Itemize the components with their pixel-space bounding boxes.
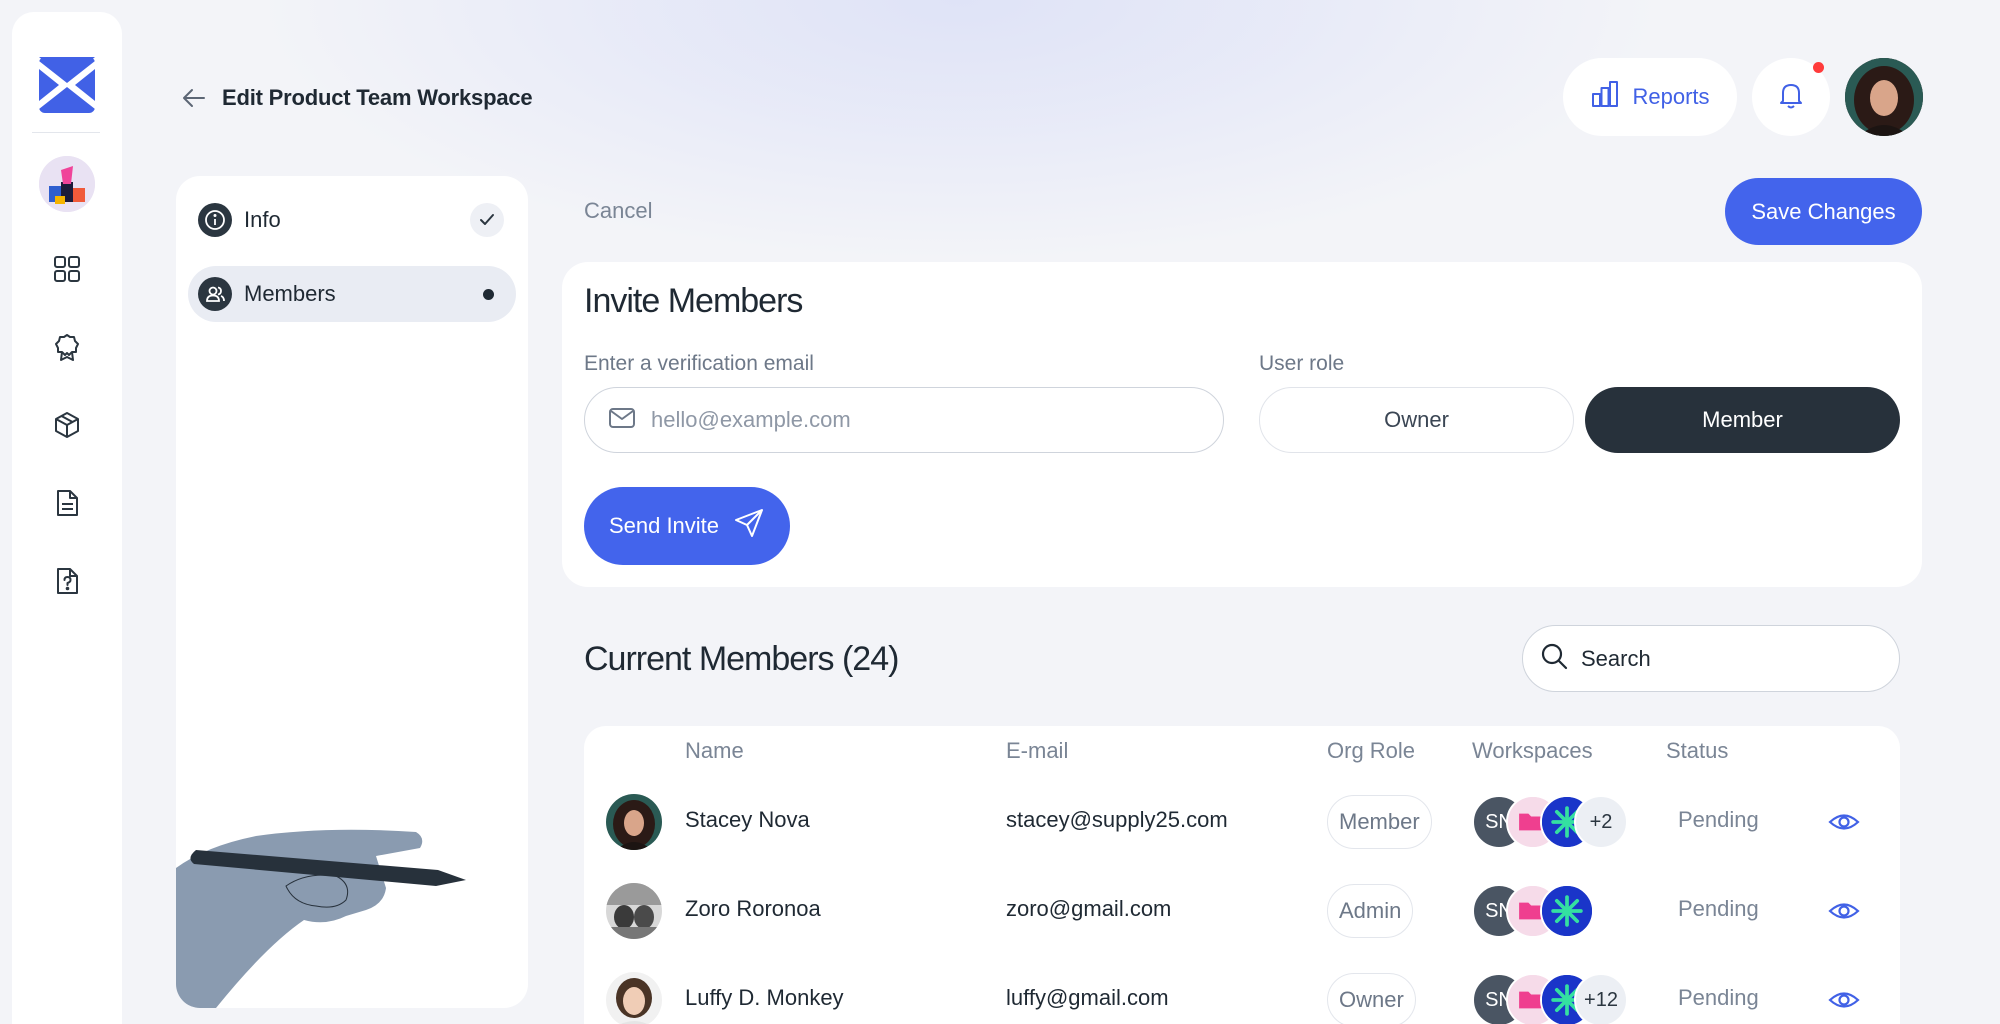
table-row[interactable]: Luffy D. Monkey luffy@gmail.com Owner SN… [584,952,1900,1024]
search-field[interactable] [1522,625,1900,692]
back-arrow-icon[interactable] [180,84,208,112]
award-icon[interactable] [52,332,82,362]
role-owner-button[interactable]: Owner [1259,387,1574,453]
send-invite-label: Send Invite [608,513,720,538]
bar-chart-icon [1590,79,1620,115]
view-eye-icon[interactable] [1828,984,1860,1016]
step-info-label: Info [244,207,281,232]
left-rail [12,12,122,1024]
info-icon [198,203,232,237]
member-name: Stacey Nova [685,807,810,832]
more-workspaces-count[interactable]: +12 [1574,973,1628,1024]
view-eye-icon[interactable] [1828,895,1860,927]
member-name: Zoro Roronoa [685,896,821,921]
column-header-email[interactable]: E-mail [1006,736,1068,766]
member-status: Pending [1678,985,1759,1010]
member-email: luffy@gmail.com [1006,985,1169,1010]
spark-workspace-icon [1540,884,1594,938]
member-status: Pending [1678,807,1759,832]
search-input[interactable] [1581,645,1881,672]
role-member-button[interactable]: Member [1585,387,1900,453]
app-logo[interactable] [37,55,97,115]
column-header-org-role[interactable]: Org Role [1327,736,1415,766]
org-role-badge: Owner [1327,973,1416,1024]
grid-icon[interactable] [52,254,82,284]
cancel-button[interactable]: Cancel [584,197,652,225]
member-name: Luffy D. Monkey [685,985,844,1010]
email-input[interactable] [651,407,1191,433]
column-header-status[interactable]: Status [1666,736,1728,766]
search-icon [1539,641,1569,676]
member-email: stacey@supply25.com [1006,807,1228,832]
step-info[interactable]: Info [188,192,516,248]
user-avatar[interactable] [1845,58,1923,136]
users-icon [198,277,232,311]
members-title: Current Members (24) [584,640,899,678]
notification-badge [1813,62,1824,73]
role-label: User role [1259,352,1345,375]
bell-icon [1776,80,1806,115]
rail-divider [32,132,100,133]
invite-members-card: Invite Members Enter a verification emai… [562,262,1922,587]
help-document-icon[interactable] [52,566,82,596]
column-header-name[interactable]: Name [685,736,744,766]
org-role-badge: Member [1327,795,1432,849]
view-eye-icon[interactable] [1828,806,1860,838]
member-email: zoro@gmail.com [1006,896,1172,921]
org-role-badge: Admin [1327,884,1414,938]
avatar [606,972,662,1024]
reports-label: Reports [1632,84,1710,109]
reports-button[interactable]: Reports [1563,58,1737,136]
step-members[interactable]: Members [188,266,516,322]
member-status: Pending [1678,896,1759,921]
send-invite-button[interactable]: Send Invite [584,487,790,565]
document-icon[interactable] [52,488,82,518]
table-row[interactable]: Stacey Nova stacey@supply25.com Member S… [584,774,1900,863]
page-title: Edit Product Team Workspace [222,85,533,110]
step-members-label: Members [244,281,336,306]
members-table: Name E-mail Org Role Workspaces Status S… [584,726,1900,1024]
email-label: Enter a verification email [584,352,814,375]
steps-panel: Info Members [176,176,528,1008]
send-icon [733,507,765,545]
box-icon[interactable] [52,410,82,440]
table-row[interactable]: Zoro Roronoa zoro@gmail.com Admin SN Pen… [584,863,1900,952]
mail-icon [607,403,637,438]
avatar [606,794,662,850]
column-header-workspaces[interactable]: Workspaces [1472,736,1593,766]
invite-title: Invite Members [584,282,803,320]
check-icon [470,203,504,237]
save-changes-button[interactable]: Save Changes [1725,178,1922,245]
email-field[interactable] [584,387,1224,453]
current-step-dot [483,288,494,300]
more-workspaces-count[interactable]: +2 [1574,795,1628,849]
workspace-avatar[interactable] [39,156,95,212]
hand-with-pen-illustration [176,776,528,1008]
avatar [606,883,662,939]
